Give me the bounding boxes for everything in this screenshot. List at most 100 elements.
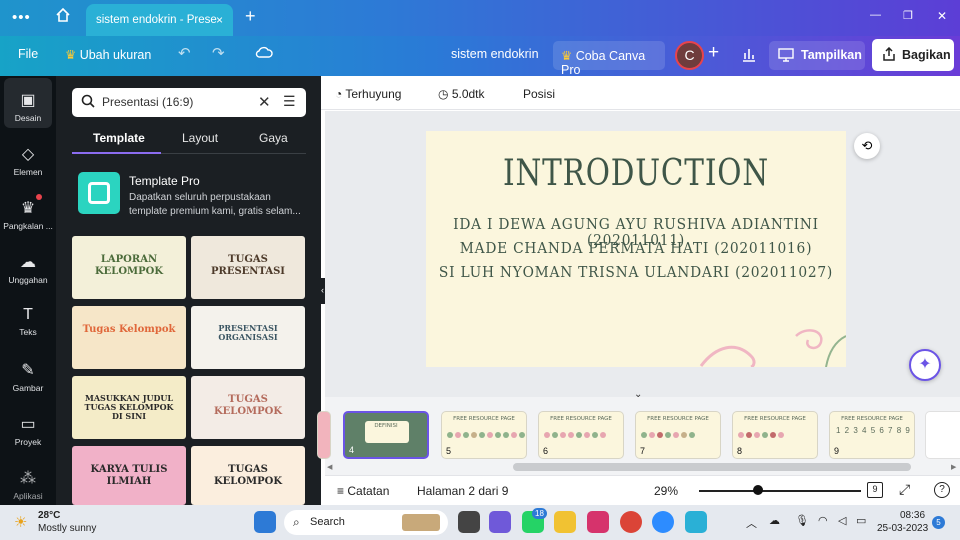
notes-button[interactable]: ≡ Catatan [337,484,389,498]
template-thumb[interactable]: PRESENTASI ORGANISASI [191,306,305,369]
template-pro-icon[interactable] [78,172,120,214]
start-icon[interactable] [254,511,276,533]
scroll-right-icon[interactable]: ▶ [951,463,956,471]
insights-icon[interactable] [741,46,757,65]
page-thumb[interactable]: FREE RESOURCE PAGE 8 [732,411,818,459]
instagram-icon[interactable] [587,511,609,533]
zoom-slider-knob[interactable] [752,485,763,495]
wifi-icon[interactable]: ◠ [818,514,828,527]
template-thumb[interactable]: MASUKKAN JUDUL TUGAS KELOMPOK DI SINI [72,376,186,439]
undo-icon[interactable]: ↶ [178,44,191,62]
fullscreen-icon[interactable]: ⤢ [899,481,910,498]
battery-icon[interactable]: ▭ [856,514,866,527]
document-title[interactable]: sistem endokrin [451,47,539,61]
rail-item-brand[interactable]: ♛ Pangkalan ... [0,186,56,236]
slide-text-line[interactable]: SI LUH NYOMAN TRISNA ULANDARI (202011027… [437,265,836,281]
canva-app-icon[interactable] [685,511,707,533]
rail-item-apps[interactable]: ⁂ Aplikasi [0,456,56,506]
magic-assistant-button[interactable]: ✦ [909,349,941,381]
cloud-save-icon[interactable] [255,45,273,62]
page-thumb[interactable]: FREE RESOURCE PAGE 7 [635,411,721,459]
try-pro-button[interactable]: ♛ Coba Canva Pro [553,41,665,77]
mic-icon[interactable]: 🎙 [795,514,809,527]
new-tab-button[interactable]: + [245,6,256,27]
filmstrip-scrollbar[interactable] [513,463,911,471]
page-thumb[interactable]: FREE RESOURCE PAGE 6 [538,411,624,459]
notification-badge[interactable]: 5 [932,516,945,529]
slide-text-line[interactable]: MADE CHANDA PERMATA HATI (202011016) [437,241,836,257]
temperature[interactable]: 28°C [38,510,60,521]
swirl-decoration [699,329,846,367]
clear-icon[interactable]: ✕ [258,93,271,111]
template-thumb[interactable]: LAPORAN KELOMPOK [72,236,186,299]
filter-icon[interactable]: ☰ [283,93,296,110]
redo-icon[interactable]: ↷ [212,44,225,62]
add-page-thumb[interactable] [925,411,960,459]
cloud-icon[interactable]: ☁ [769,514,780,527]
template-thumb[interactable]: TUGAS PRESENTASI [191,236,305,299]
rail-item-projects[interactable]: ▭ Proyek [0,402,56,452]
template-thumb[interactable]: KARYA TULIS ILMIAH [72,446,186,505]
page-thumb[interactable]: FREE RESOURCE PAGE 1 2 3 4 5 6 7 8 9 9 [829,411,915,459]
page-indicator[interactable]: Halaman 2 dari 9 [417,484,508,498]
weather-text[interactable]: Mostly sunny [38,523,96,534]
page-grid-button[interactable]: 9 [867,482,883,498]
share-button[interactable]: Bagikan [872,39,954,71]
position-button[interactable]: Posisi [523,87,555,101]
rail-item-draw[interactable]: ✎ Gambar [0,348,56,398]
scroll-left-icon[interactable]: ◀ [327,463,332,471]
tab-template[interactable]: Template [93,131,145,145]
search-input[interactable]: Presentasi (16:9) ✕ ☰ [72,88,306,117]
rail-item-elements[interactable]: ◇ Elemen [0,132,56,182]
slide[interactable]: INTRODUCTION IDA I DEWA AGUNG AYU RUSHIV… [426,131,846,367]
help-button[interactable]: ? [934,482,950,498]
number-stickers: 1 2 3 4 5 6 7 8 9 [836,426,911,435]
page-thumb[interactable]: DEFINISI 4 [343,411,429,459]
browser-tab[interactable]: sistem endokrin - Prese × [86,4,233,36]
template-title: TUGAS PRESENTASI [211,254,285,277]
page-thumb[interactable]: FREE RESOURCE PAGE 5 [441,411,527,459]
zoom-app-icon[interactable] [652,511,674,533]
draw-icon: ✎ [21,362,35,379]
rail-label: Pangkalan ... [3,221,53,231]
slide-title[interactable]: INTRODUCTION [464,153,808,194]
clock-icon: ◷ [438,87,449,101]
chat-icon[interactable] [489,511,511,533]
volume-icon[interactable]: ◁ [838,514,846,527]
rail-item-design[interactable]: ▣ Desain [4,78,52,128]
home-icon[interactable] [55,7,71,27]
present-button[interactable]: Tampilkan [769,41,865,70]
task-view-icon[interactable] [458,511,480,533]
clock-time[interactable]: 08:36 [900,510,925,521]
zoom-slider-track[interactable] [699,490,861,492]
menu-dots-icon[interactable]: ••• [12,9,31,26]
close-window-button[interactable]: ✕ [937,9,947,23]
template-thumb[interactable]: Tugas Kelompok [72,306,186,369]
minimize-button[interactable]: — [870,9,881,21]
page-caption: FREE RESOURCE PAGE [647,416,709,422]
zoom-value[interactable]: 29% [654,484,678,498]
template-thumb[interactable]: TUGAS KELOMPOK [191,376,305,439]
chrome-icon[interactable] [620,511,642,533]
tray-chevron-icon[interactable]: ︿ [746,515,757,531]
avatar[interactable]: C [675,41,704,70]
restore-button[interactable]: ❐ [903,9,913,22]
transition-button[interactable]: ◔ Terhuyung [335,87,401,101]
tab-close-icon[interactable]: × [216,13,223,27]
pro-title[interactable]: Template Pro [129,174,200,188]
template-title: PRESENTASI ORGANISASI [218,323,278,343]
rail-item-text[interactable]: T Teks [0,294,56,344]
file-explorer-icon[interactable] [554,511,576,533]
duration-button[interactable]: ◷ 5.0dtk [438,87,485,101]
comment-add-button[interactable]: ⟲ [854,133,880,159]
taskbar-search[interactable]: ⌕ Search [284,510,448,535]
resize-button[interactable]: ♛ Ubah ukuran [65,47,151,62]
rail-item-uploads[interactable]: ☁ Unggahan [0,240,56,290]
tab-style[interactable]: Gaya [259,131,288,145]
file-menu[interactable]: File [18,47,38,61]
template-thumb[interactable]: TUGAS KELOMPOK [191,446,305,505]
clock-date[interactable]: 25-03-2023 [877,523,928,534]
tab-layout[interactable]: Layout [182,131,218,145]
add-collaborator-button[interactable]: + [708,42,719,64]
page-thumb-partial[interactable] [317,411,331,459]
